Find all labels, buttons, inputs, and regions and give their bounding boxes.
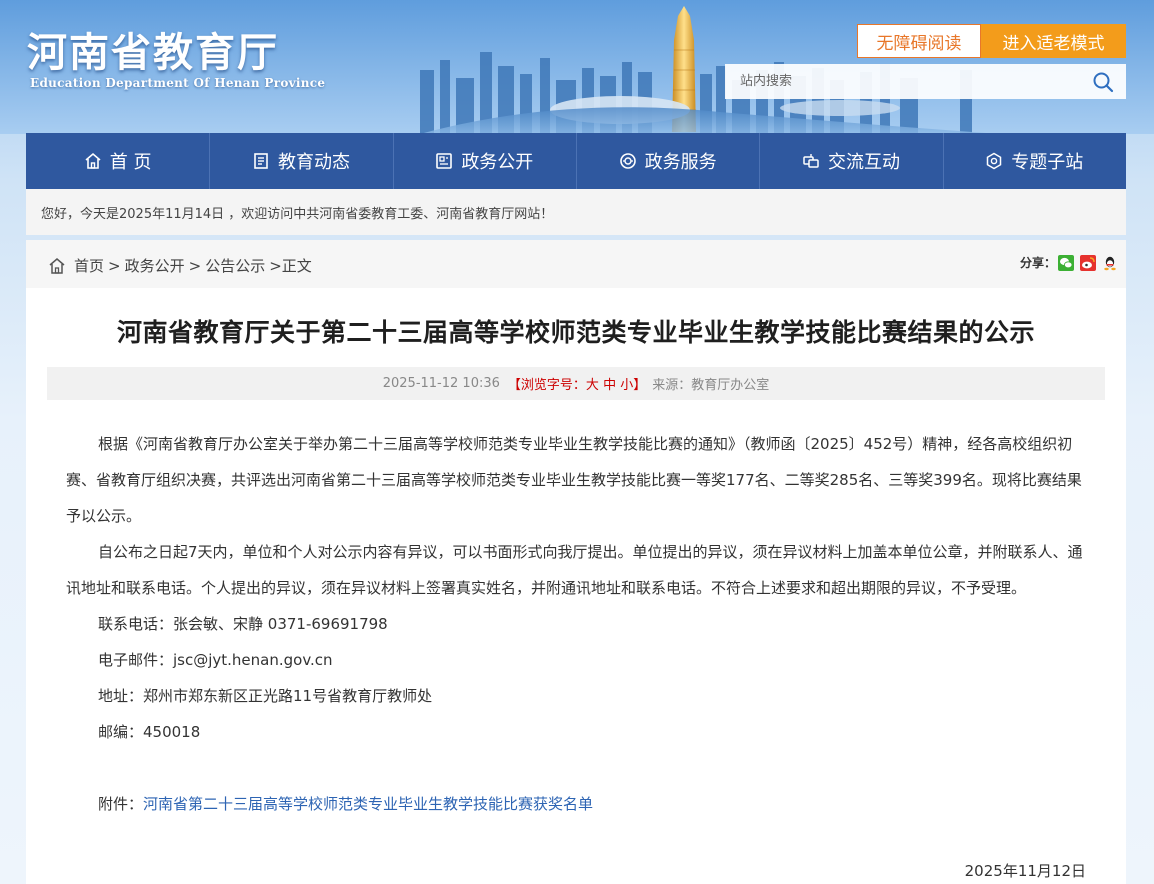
- elder-mode-button[interactable]: 进入适老模式: [981, 24, 1126, 58]
- font-size-large[interactable]: 大: [586, 378, 599, 393]
- breadcrumb-separator: >: [188, 256, 202, 275]
- nav-item-government-services[interactable]: 政务服务: [575, 133, 759, 189]
- welcome-bar: 您好，今天是2025年11月14日 ，欢迎访问中共河南省委教育工委、河南省教育厅…: [26, 189, 1126, 235]
- nav-item-label: 政务服务: [644, 152, 717, 173]
- breadcrumb-separator: >: [108, 256, 121, 275]
- signature-date: 2025年11月12日: [964, 862, 1086, 880]
- service-icon: [619, 153, 636, 169]
- article-paragraph: 根据《河南省教育厅办公室关于举办第二十三届高等学校师范类专业毕业生教学技能比赛的…: [66, 435, 1082, 525]
- contact-address: 地址：郑州市郑东新区正光路11号省教育厅教师处: [98, 687, 433, 705]
- document-icon: [436, 153, 453, 169]
- nav-item-education-news[interactable]: 教育动态: [209, 133, 392, 189]
- nav-item-label: 政务公开: [461, 152, 534, 173]
- breadcrumb-home[interactable]: 首页: [74, 255, 104, 276]
- qq-icon[interactable]: [1102, 255, 1118, 271]
- home-icon: [49, 257, 65, 274]
- breadcrumb: 首页 > 政务公开 > 公告公示 > 正文: [48, 255, 312, 276]
- site-logo-title: 河南省教育厅: [27, 29, 279, 76]
- weibo-icon[interactable]: [1080, 254, 1096, 271]
- breadcrumb-announcements[interactable]: 公告公示: [205, 255, 265, 276]
- nav-item-label: 首 页: [109, 152, 152, 173]
- main-navigation: 首 页 教育动态 政务公开 政务服务 交流互动 专题子站: [26, 133, 1126, 189]
- font-size-suffix: 】: [633, 378, 647, 393]
- nav-item-home[interactable]: 首 页: [26, 133, 209, 189]
- attachment-label: 附件：: [98, 795, 144, 813]
- nav-item-government-affairs[interactable]: 政务公开: [392, 133, 576, 189]
- article-panel: 首页 > 政务公开 > 公告公示 > 正文 分享： 河南省教育厅关于第二十三届高…: [26, 240, 1126, 884]
- nav-item-interaction[interactable]: 交流互动: [759, 133, 942, 189]
- attachment: 附件：河南省第二十三届高等学校师范类专业毕业生教学技能比赛获奖名单: [66, 786, 1086, 822]
- topic-icon: [987, 152, 1002, 170]
- interaction-icon: [803, 154, 819, 168]
- site-header: 河南省教育厅 Education Department Of Henan Pro…: [0, 0, 1154, 134]
- breadcrumb-current: 正文: [281, 257, 312, 275]
- share-bar: 分享：: [1020, 254, 1118, 271]
- article-source: 来源：教育厅办公室: [652, 378, 770, 393]
- attachment-link[interactable]: 河南省第二十三届高等学校师范类专业毕业生教学技能比赛获奖名单: [143, 795, 593, 813]
- share-label: 分享：: [1019, 256, 1056, 270]
- article-body: 根据《河南省教育厅办公室关于举办第二十三届高等学校师范类专业毕业生教学技能比赛的…: [66, 426, 1086, 822]
- accessibility-reading-button[interactable]: 无障碍阅读: [857, 24, 981, 58]
- article-paragraph: 自公布之日起7天内，单位和个人对公示内容有异议，可以书面形式向我厅提出。单位提出…: [66, 543, 1083, 597]
- welcome-text: 您好，今天是2025年11月14日 ，欢迎访问中共河南省委教育工委、河南省教育厅…: [41, 206, 554, 222]
- breadcrumb-separator: >: [269, 256, 282, 275]
- nav-item-label: 教育动态: [277, 152, 350, 173]
- article-title: 河南省教育厅关于第二十三届高等学校师范类专业毕业生教学技能比赛结果的公示: [116, 318, 1035, 347]
- home-icon: [85, 152, 101, 169]
- search-icon[interactable]: [1092, 71, 1114, 93]
- article-meta: 2025-11-12 10:36 【浏览字号：大 中 小】 来源：教育厅办公室: [47, 367, 1105, 400]
- site-logo-subtitle: Education Department Of Henan Province: [30, 76, 326, 90]
- breadcrumb-bar: 首页 > 政务公开 > 公告公示 > 正文 分享：: [26, 240, 1126, 288]
- nav-item-label: 专题子站: [1011, 152, 1084, 173]
- site-search: [725, 64, 1126, 99]
- contact-postcode: 邮编：450018: [98, 723, 201, 741]
- font-size-medium[interactable]: 中: [603, 378, 616, 393]
- article-datetime: 2025-11-12 10:36: [382, 376, 500, 391]
- font-size-small[interactable]: 小: [620, 378, 633, 393]
- breadcrumb-government-affairs[interactable]: 政务公开: [125, 255, 185, 276]
- news-icon: [254, 153, 268, 169]
- font-size-prefix: 【浏览字号：: [507, 378, 586, 393]
- font-size-switcher: 【浏览字号：大 中 小】: [508, 374, 646, 393]
- contact-email: 电子邮件：jsc@jyt.henan.gov.cn: [98, 651, 333, 669]
- nav-item-topic-sites[interactable]: 专题子站: [942, 133, 1126, 189]
- search-input[interactable]: [725, 64, 1085, 99]
- contact-phone: 联系电话：张会敏、宋静 0371-69691798: [98, 615, 388, 633]
- nav-item-label: 交流互动: [827, 152, 900, 173]
- wechat-icon[interactable]: [1058, 254, 1074, 271]
